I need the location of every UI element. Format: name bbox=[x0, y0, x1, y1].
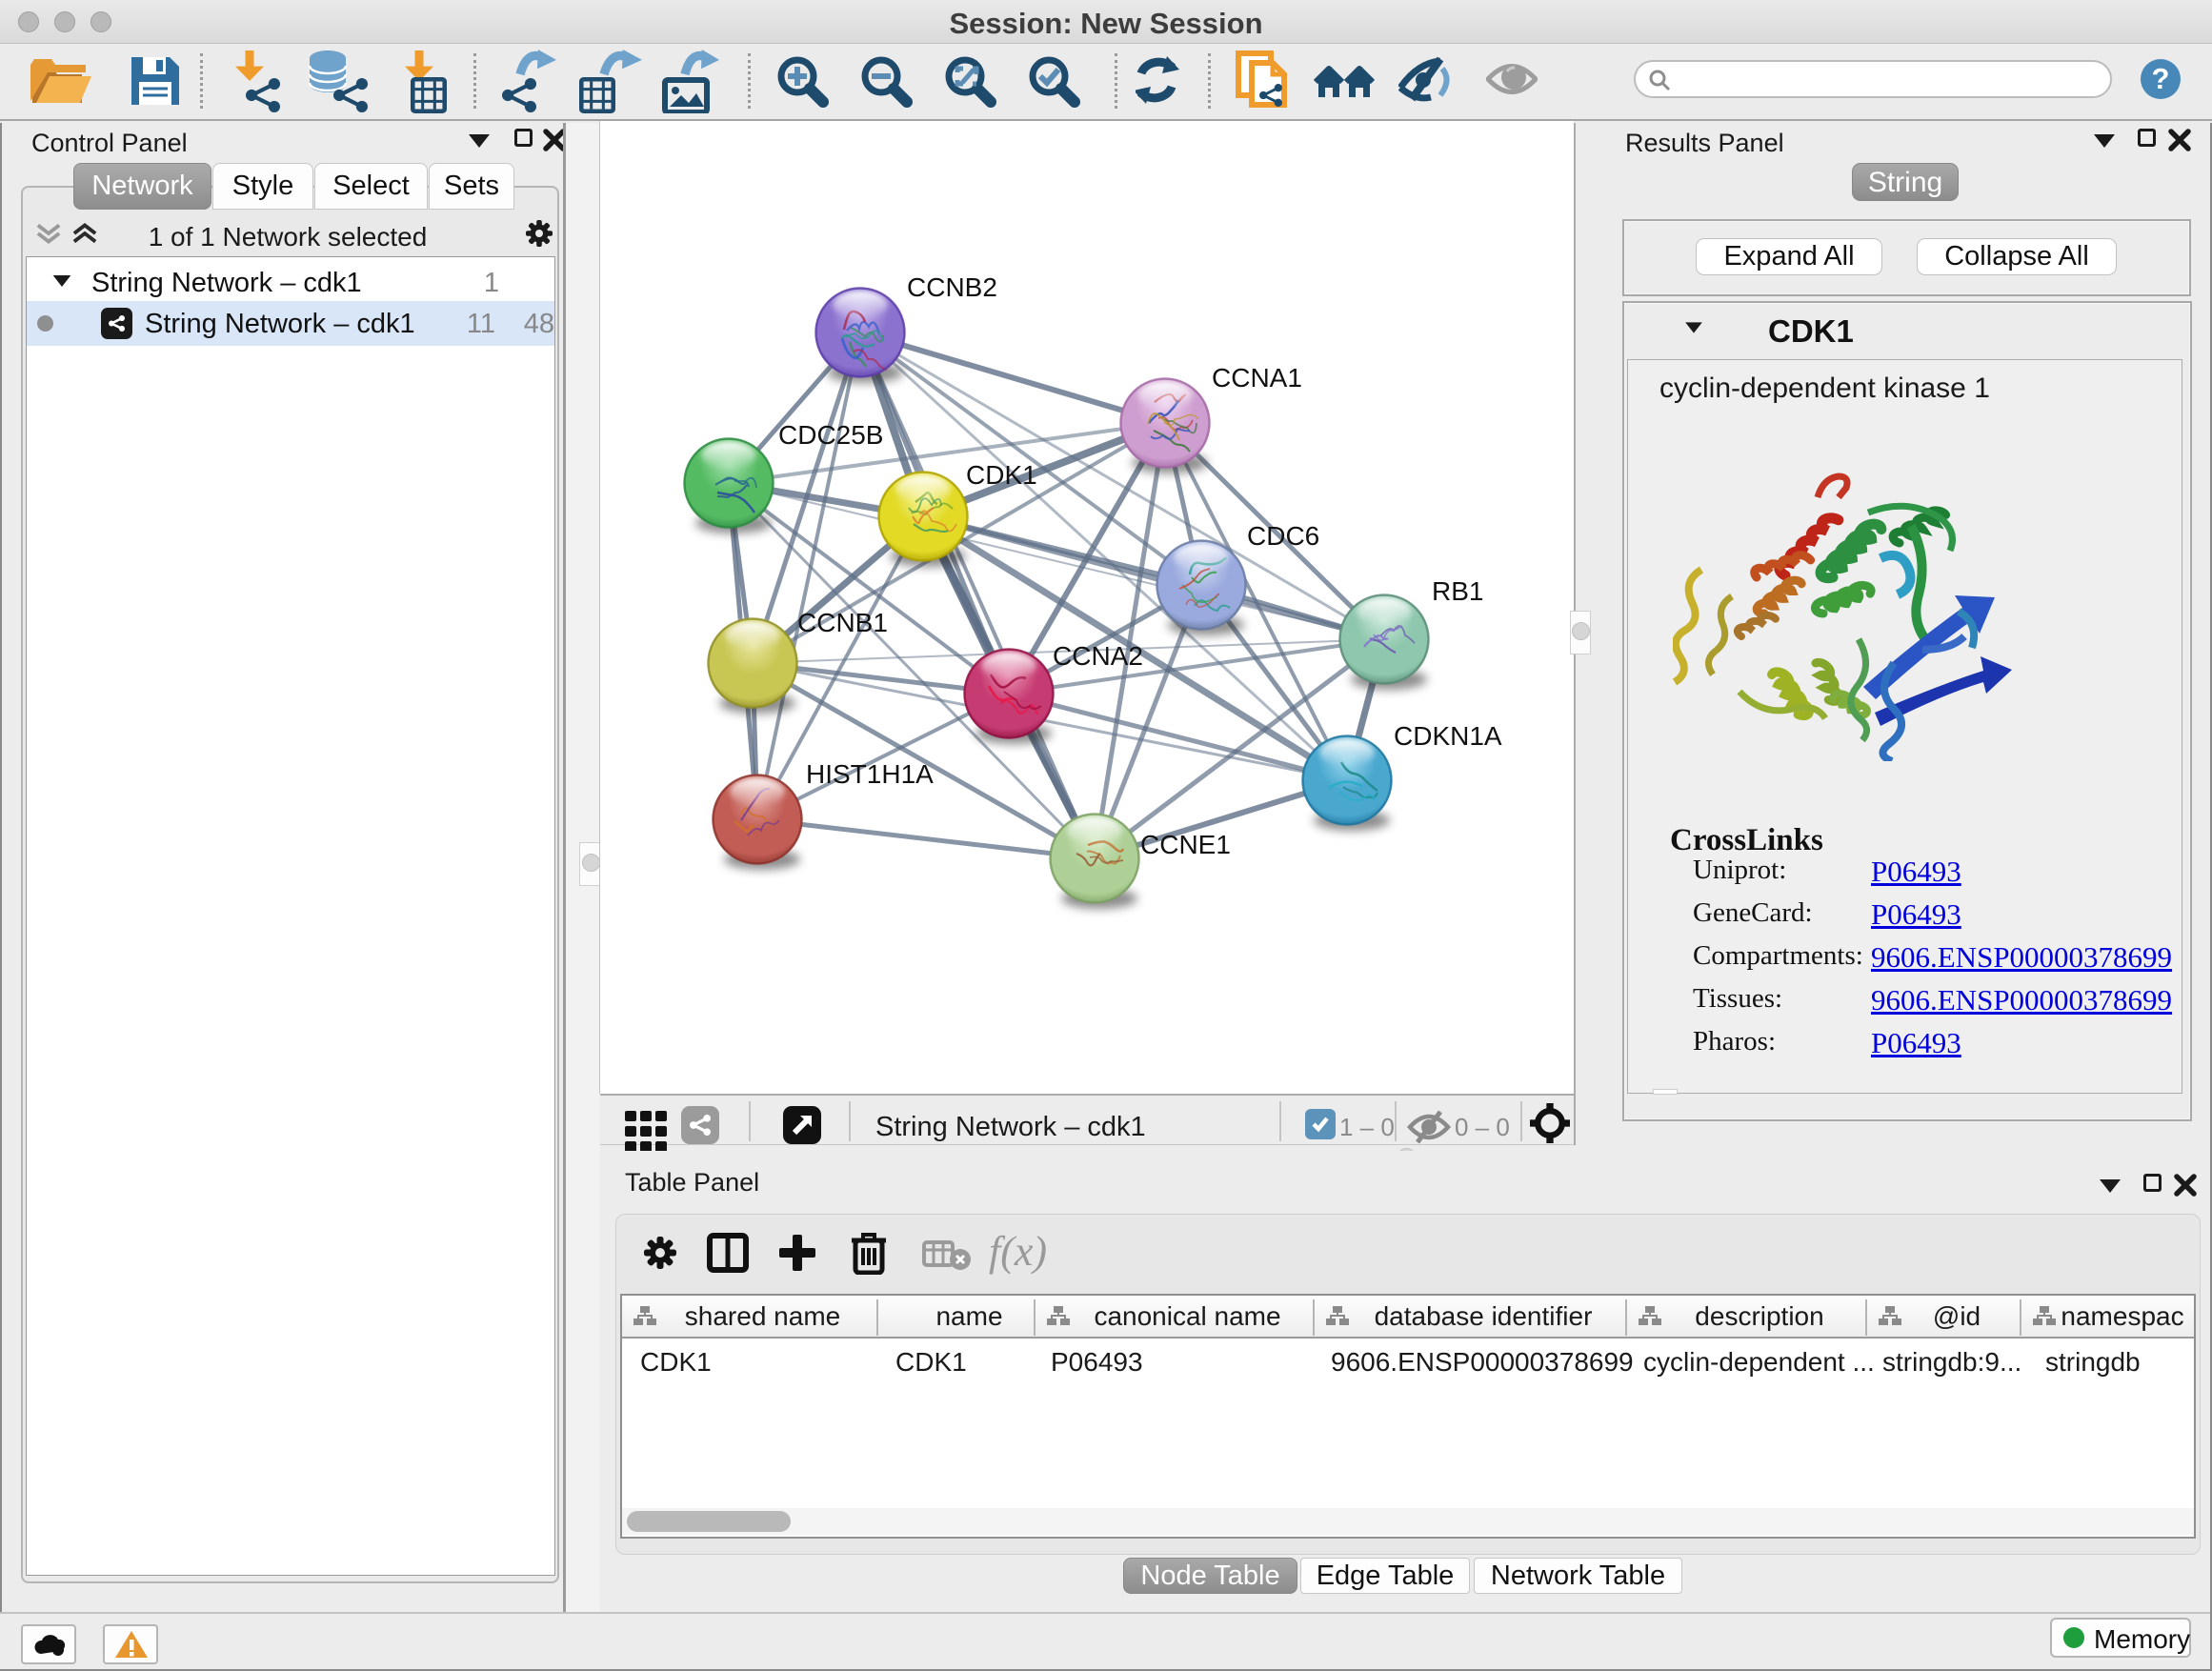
svg-text:CDKN1A: CDKN1A bbox=[1394, 721, 1502, 751]
svg-text:CDC6: CDC6 bbox=[1247, 521, 1319, 551]
svg-text:CCNB1: CCNB1 bbox=[797, 608, 888, 637]
svg-text:CCNE1: CCNE1 bbox=[1140, 830, 1231, 859]
svg-text:CCNB2: CCNB2 bbox=[907, 272, 997, 302]
svg-text:CCNA2: CCNA2 bbox=[1053, 641, 1143, 671]
svg-text:CDC25B: CDC25B bbox=[778, 420, 883, 450]
svg-text:CDK1: CDK1 bbox=[966, 460, 1037, 490]
svg-text:HIST1H1A: HIST1H1A bbox=[806, 759, 934, 789]
svg-text:RB1: RB1 bbox=[1432, 576, 1483, 606]
svg-text:CCNA1: CCNA1 bbox=[1212, 363, 1302, 393]
